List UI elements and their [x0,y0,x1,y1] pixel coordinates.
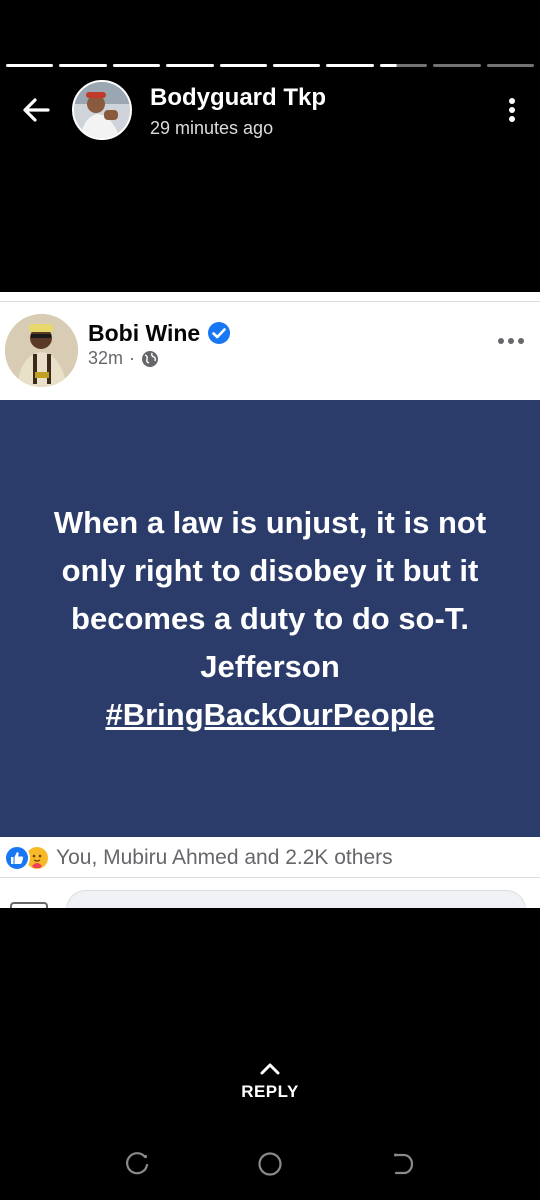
reactions-summary: You, Mubiru Ahmed and 2.2K others [4,844,393,872]
quote-post-background: When a law is unjust, it is not only rig… [0,400,540,837]
story-progress [6,64,535,68]
post-author-avatar [5,314,78,387]
globe-icon [142,350,159,367]
post-author-name: Bobi Wine [88,320,201,346]
story-viewer: Bodyguard Tkp 29 minutes ago Bobi Wine 3… [0,0,540,1200]
hashtag-link: #BringBackOurPeople [105,696,435,732]
story-progress-segment [219,64,268,67]
story-timestamp: 29 minutes ago [150,118,274,138]
reply-button[interactable]: REPLY [220,1062,320,1118]
story-author-name[interactable]: Bodyguard Tkp [150,84,326,112]
story-menu-button[interactable] [502,94,522,126]
more-horizontal-icon [498,338,524,344]
recent-apps-button[interactable] [122,1148,154,1180]
story-author-avatar[interactable] [72,80,132,140]
home-button[interactable] [254,1148,286,1180]
recent-apps-icon [126,1152,149,1175]
meta-separator: · [129,348,136,368]
story-progress-segment [486,64,535,67]
divider [0,301,540,302]
story-progress-segment [59,64,107,67]
like-reaction-icon [4,845,30,871]
back-button[interactable] [16,90,56,130]
chevron-up-icon [260,1063,280,1075]
story-progress-segment [433,64,481,67]
story-progress-segment [6,64,54,67]
quote-content: When a law is unjust, it is not only rig… [20,499,520,739]
story-progress-segment [273,64,321,67]
comment-box [66,890,526,908]
post-time: 32m [88,348,124,368]
story-progress-segment [112,64,161,67]
back-nav-icon [394,1153,414,1175]
divider [0,877,540,878]
shared-post-screenshot: Bobi Wine 32m · When a law is unjust, it… [0,292,540,908]
verified-badge-icon [208,322,230,344]
post-meta: 32m · [88,348,159,369]
reply-label: REPLY [241,1082,299,1101]
more-vertical-icon [509,98,515,104]
camera-icon [10,902,48,908]
story-progress-segment [379,64,428,67]
quote-text: When a law is unjust, it is not only rig… [53,504,487,684]
story-progress-segment [326,64,374,67]
reactions-text: You, Mubiru Ahmed and 2.2K others [56,846,393,869]
story-progress-segment [166,64,214,67]
back-arrow-icon [23,98,50,122]
home-icon [258,1152,282,1176]
back-nav-button[interactable] [386,1148,418,1180]
